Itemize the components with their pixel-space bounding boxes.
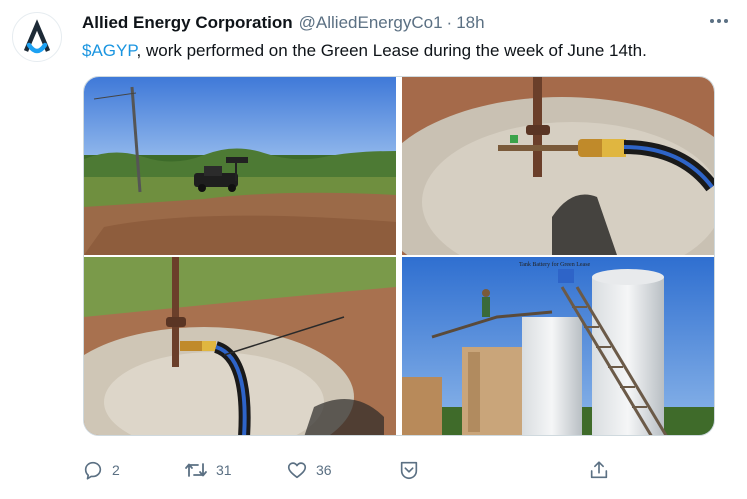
wellhead-closeup-image xyxy=(402,77,714,255)
photo-wellhead-closeup[interactable] xyxy=(402,77,714,255)
retweet-button[interactable]: 31 xyxy=(184,456,232,484)
avatar[interactable] xyxy=(12,12,62,62)
action-bar: 2 31 36 xyxy=(80,456,620,484)
retweet-count: 31 xyxy=(216,462,232,478)
tip-button[interactable] xyxy=(398,456,420,484)
more-button[interactable] xyxy=(705,10,733,32)
tweet-time[interactable]: 18h xyxy=(456,13,484,33)
share-button[interactable] xyxy=(588,456,610,484)
separator-dot: · xyxy=(446,13,453,32)
tweet-body: , work performed on the Green Lease duri… xyxy=(136,41,647,60)
like-count: 36 xyxy=(316,462,332,478)
author-handle[interactable]: @AlliedEnergyCo1 xyxy=(299,13,443,33)
field-truck-image xyxy=(84,77,396,255)
reply-icon xyxy=(84,461,102,480)
reply-button[interactable]: 2 xyxy=(82,456,120,484)
photo-tank-battery[interactable]: Tank Battery for Green Lease xyxy=(402,257,714,435)
wellhead-wide-image xyxy=(84,257,396,435)
tank-battery-image: Tank Battery for Green Lease xyxy=(402,257,714,435)
heart-icon xyxy=(287,462,307,479)
photo-field-truck[interactable] xyxy=(84,77,396,255)
media-grid: Tank Battery for Green Lease xyxy=(83,76,715,436)
retweet-icon xyxy=(185,463,207,477)
tip-icon xyxy=(400,461,418,480)
image-caption: Tank Battery for Green Lease xyxy=(519,261,591,268)
author-name[interactable]: Allied Energy Corporation xyxy=(82,13,293,33)
like-button[interactable]: 36 xyxy=(286,456,332,484)
more-icon xyxy=(710,19,728,23)
tweet-text: $AGYP, work performed on the Green Lease… xyxy=(82,40,733,62)
cashtag-link[interactable]: $AGYP xyxy=(82,41,137,60)
tweet-header: Allied Energy Corporation @AlliedEnergyC… xyxy=(82,12,733,34)
share-icon xyxy=(590,461,608,479)
reply-count: 2 xyxy=(112,462,120,478)
photo-wellhead-wide[interactable] xyxy=(84,257,396,435)
allied-logo-icon xyxy=(23,19,51,54)
